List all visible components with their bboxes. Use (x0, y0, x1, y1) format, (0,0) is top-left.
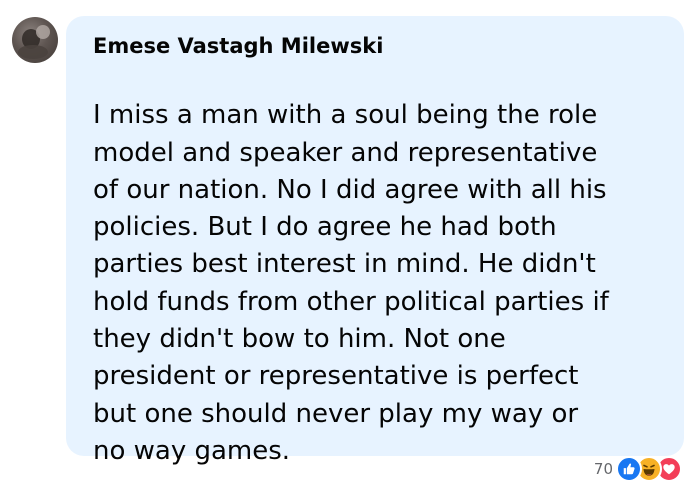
avatar[interactable] (12, 17, 58, 63)
comment-bubble: Emese Vastagh Milewski I miss a man with… (66, 16, 684, 466)
reaction-count: 70 (593, 460, 613, 478)
comment-line: policies. But I do agree he had both (93, 212, 557, 243)
comment-line: they didn't bow to him. Not one (93, 324, 506, 355)
comment-author[interactable]: Emese Vastagh Milewski (93, 32, 664, 60)
comment-line: hold funds from other political parties … (93, 286, 609, 317)
reaction-summary[interactable]: 70 (593, 456, 682, 482)
comment-line: no way games. (93, 435, 291, 466)
comment-line: of our nation. No I did agree with all h… (93, 174, 607, 205)
comment-line: but one should never play my way or (93, 398, 579, 429)
comment-line: president or representative is perfect (93, 361, 579, 392)
avatar-shape (18, 45, 48, 59)
comment-line: I miss a man with a soul being the role (93, 100, 598, 131)
comment-line: model and speaker and representative (93, 137, 598, 168)
avatar-shape (36, 25, 50, 39)
comment-line: parties best interest in mind. He didn't (93, 249, 596, 280)
like-icon (616, 456, 642, 482)
comment-text: I miss a man with a soul being the role … (93, 60, 664, 470)
